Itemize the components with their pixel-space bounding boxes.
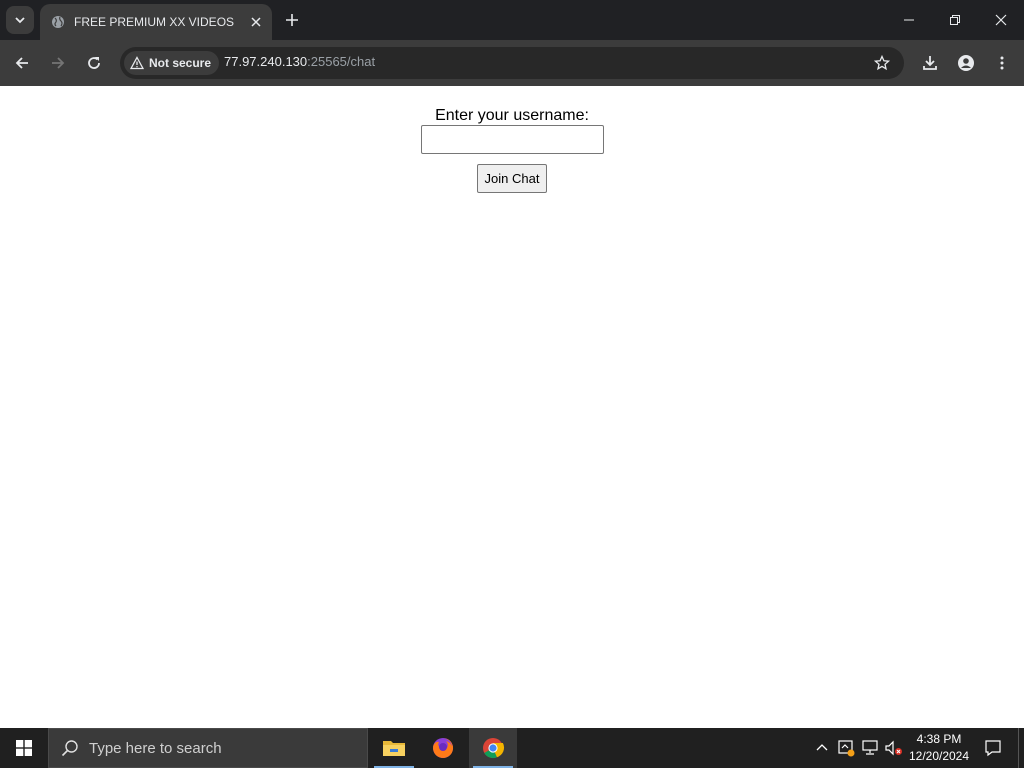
- page-content: Enter your username: Join Chat: [0, 86, 1024, 728]
- firefox-icon: [433, 737, 454, 758]
- windows-icon: [16, 740, 32, 756]
- volume-tray-button[interactable]: [884, 738, 904, 758]
- arrow-right-icon: [52, 57, 65, 69]
- reload-button[interactable]: [80, 49, 108, 77]
- username-input[interactable]: [420, 125, 604, 154]
- clock-time: 4:38 PM: [916, 732, 962, 746]
- browser-toolbar: Not secure 77.97.240.130:25565/chat: [0, 40, 1024, 86]
- show-desktop-button[interactable]: [1018, 728, 1024, 768]
- menu-button[interactable]: [988, 49, 1016, 77]
- file-explorer-icon: [383, 741, 405, 756]
- chevron-down-icon: [15, 17, 25, 24]
- profile-button[interactable]: [952, 49, 980, 77]
- browser-titlebar: FREE PREMIUM XX VIDEOS: [0, 0, 1024, 40]
- tab-title: FREE PREMIUM XX VIDEOS: [74, 15, 235, 29]
- username-form: Enter your username: Join Chat: [0, 106, 1024, 193]
- security-indicator[interactable]: Not secure: [124, 51, 220, 75]
- security-alert-icon: [838, 740, 855, 757]
- arrow-left-icon: [15, 57, 28, 69]
- address-bar[interactable]: Not secure 77.97.240.130:25565/chat: [120, 47, 904, 79]
- network-icon: [862, 740, 878, 755]
- close-icon: [995, 14, 1007, 26]
- more-vertical-icon: [1000, 56, 1004, 70]
- clock-date: 12/20/2024: [908, 749, 970, 763]
- join-chat-button[interactable]: Join Chat: [477, 164, 547, 193]
- download-icon: [923, 56, 937, 70]
- taskbar-search[interactable]: Type here to search: [48, 728, 368, 768]
- file-explorer-button[interactable]: [370, 728, 418, 768]
- start-button[interactable]: [0, 728, 48, 768]
- back-button[interactable]: [8, 49, 36, 77]
- username-label: Enter your username:: [435, 107, 589, 124]
- tab-search-button[interactable]: [6, 6, 34, 34]
- chrome-button[interactable]: [469, 728, 517, 768]
- minimize-button[interactable]: [886, 0, 932, 40]
- network-tray-button[interactable]: [860, 738, 880, 758]
- forward-button[interactable]: [44, 49, 72, 77]
- security-label: Not secure: [149, 56, 212, 70]
- star-icon: [874, 55, 890, 71]
- show-hidden-icons-button[interactable]: [812, 738, 832, 758]
- browser-tab-active[interactable]: FREE PREMIUM XX VIDEOS: [40, 4, 272, 40]
- security-tray-button[interactable]: [836, 738, 856, 758]
- chrome-icon: [483, 738, 505, 759]
- bookmark-button[interactable]: [870, 51, 894, 75]
- url-path: :25565/chat: [307, 54, 376, 69]
- close-window-button[interactable]: [978, 0, 1024, 40]
- search-icon: [61, 740, 78, 757]
- url-text[interactable]: 77.97.240.130:25565/chat: [224, 54, 375, 69]
- reload-icon: [88, 57, 100, 69]
- restore-icon: [950, 15, 960, 25]
- windows-taskbar: Type here to search 4:38 PM 12/20/2024: [0, 728, 1024, 768]
- notifications-button[interactable]: [978, 728, 1008, 768]
- profile-icon: [958, 55, 974, 71]
- search-placeholder: Type here to search: [89, 739, 222, 757]
- taskbar-clock[interactable]: 4:38 PM 12/20/2024: [904, 731, 974, 765]
- downloads-button[interactable]: [916, 49, 944, 77]
- warning-icon: [130, 56, 144, 70]
- notification-icon: [985, 740, 1001, 757]
- tab-close-icon[interactable]: [246, 12, 266, 32]
- volume-muted-icon: [885, 740, 902, 756]
- url-host: 77.97.240.130: [224, 54, 308, 69]
- new-tab-button[interactable]: [280, 8, 304, 32]
- restore-button[interactable]: [932, 0, 978, 40]
- plus-icon: [286, 14, 298, 26]
- chevron-up-icon: [816, 744, 828, 751]
- minimize-icon: [904, 19, 914, 21]
- globe-icon: [50, 14, 66, 30]
- firefox-button[interactable]: [419, 728, 467, 768]
